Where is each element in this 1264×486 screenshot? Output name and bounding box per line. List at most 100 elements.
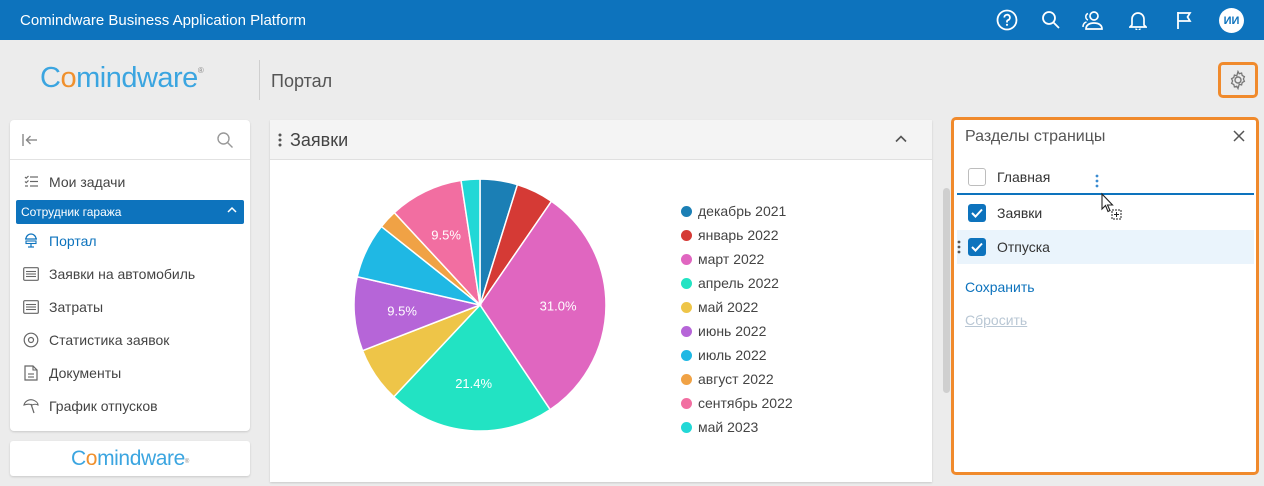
section-item-main[interactable]: Главная bbox=[957, 161, 1254, 195]
sidebar-item-label: Заявки на автомобиль bbox=[49, 265, 196, 282]
legend-label: январь 2022 bbox=[698, 227, 779, 243]
users-icon[interactable] bbox=[1082, 9, 1104, 31]
legend-label: май 2023 bbox=[698, 419, 759, 435]
tasks-icon bbox=[23, 174, 39, 190]
sidebar-item-label: Портал bbox=[49, 232, 97, 249]
sidebar-item-label: Статистика заявок bbox=[49, 331, 170, 348]
chevron-up-icon bbox=[227, 206, 237, 213]
section-checkbox[interactable] bbox=[968, 204, 986, 222]
legend-marker bbox=[681, 349, 692, 361]
app-title: Comindware Business Application Platform bbox=[20, 12, 306, 29]
legend-item[interactable]: декабрь 2021 bbox=[681, 202, 786, 220]
legend-item[interactable]: май 2023 bbox=[681, 418, 758, 436]
legend-item[interactable]: январь 2022 bbox=[681, 226, 779, 244]
sidebar-item-label: Документы bbox=[49, 364, 122, 381]
section-checkbox[interactable] bbox=[968, 168, 986, 186]
legend-item[interactable]: март 2022 bbox=[681, 250, 764, 268]
list-icon bbox=[23, 299, 39, 315]
legend-item[interactable]: сентябрь 2022 bbox=[681, 394, 793, 412]
stats-icon bbox=[23, 332, 39, 348]
save-link[interactable]: Сохранить bbox=[965, 279, 1035, 295]
sidebar-item-vacation-schedule[interactable]: График отпусков bbox=[10, 389, 250, 422]
widget-header: Заявки bbox=[270, 120, 932, 160]
collapse-sidebar-icon[interactable] bbox=[22, 133, 38, 147]
avatar[interactable]: ИИ bbox=[1219, 8, 1244, 33]
sidebar-footer-logo: Co mindware ® bbox=[10, 441, 250, 476]
sidebar-group-garage-employee[interactable]: Сотрудник гаража bbox=[16, 200, 244, 224]
page-title: Портал bbox=[271, 71, 333, 91]
search-icon[interactable] bbox=[1040, 9, 1062, 31]
section-label: Главная bbox=[997, 169, 1051, 185]
bell-icon[interactable] bbox=[1127, 9, 1149, 31]
help-icon[interactable] bbox=[996, 9, 1018, 31]
close-icon[interactable] bbox=[1233, 130, 1245, 142]
legend-item[interactable]: май 2022 bbox=[681, 298, 758, 316]
legend-item[interactable]: июль 2022 bbox=[681, 346, 767, 364]
sidebar-search-icon[interactable] bbox=[216, 131, 234, 149]
sidebar-item-costs[interactable]: Затраты bbox=[10, 290, 250, 323]
scrollbar[interactable] bbox=[943, 188, 950, 393]
legend-label: сентябрь 2022 bbox=[698, 395, 793, 411]
comindware-logo: Comindware® bbox=[40, 62, 204, 94]
legend-label: июль 2022 bbox=[698, 347, 767, 363]
legend-label: март 2022 bbox=[698, 251, 765, 267]
sidebar-item-label: Мои задачи bbox=[49, 173, 126, 190]
sidebar-toolbar bbox=[10, 120, 250, 160]
page-header: Comindware® Портал bbox=[0, 40, 1264, 120]
sidebar-item-label: Затраты bbox=[49, 298, 104, 315]
legend-item[interactable]: август 2022 bbox=[681, 370, 774, 388]
legend-label: май 2022 bbox=[698, 299, 759, 315]
header-divider bbox=[259, 60, 260, 100]
pie-data-label: 31.0% bbox=[540, 298, 577, 313]
sidebar-item-portal[interactable]: Портал bbox=[16, 224, 244, 257]
pie-data-label: 9.5% bbox=[387, 304, 417, 319]
legend-marker bbox=[681, 373, 692, 385]
sidebar-group-label: Сотрудник гаража bbox=[21, 205, 122, 219]
legend-marker bbox=[681, 325, 692, 337]
legend-item[interactable]: июнь 2022 bbox=[681, 322, 766, 340]
drag-handle-icon[interactable] bbox=[1095, 174, 1099, 188]
requests-widget: Заявки 31.0% 21.4% 9.5% 9.5% декабрь 2021 ян… bbox=[270, 120, 932, 482]
drag-handle-icon[interactable] bbox=[278, 133, 282, 147]
legend-marker bbox=[681, 277, 692, 289]
sidebar-item-request-stats[interactable]: Статистика заявок bbox=[10, 323, 250, 356]
drag-handle-icon[interactable] bbox=[957, 240, 961, 254]
legend-marker bbox=[681, 253, 692, 265]
chevron-up-icon[interactable] bbox=[894, 132, 908, 146]
sidebar-item-car-requests[interactable]: Заявки на автомобиль bbox=[10, 257, 250, 290]
sidebar-item-my-tasks[interactable]: Мои задачи bbox=[10, 165, 250, 198]
legend-marker bbox=[681, 397, 692, 409]
sidebar-item-documents[interactable]: Документы bbox=[10, 356, 250, 389]
pie-chart: 31.0% 21.4% 9.5% 9.5% bbox=[353, 178, 607, 432]
gear-icon bbox=[1230, 70, 1246, 90]
legend-label: декабрь 2021 bbox=[698, 203, 787, 219]
section-checkbox[interactable] bbox=[968, 238, 986, 256]
section-label: Отпуска bbox=[997, 239, 1050, 255]
legend-marker bbox=[681, 205, 692, 217]
reset-link[interactable]: Сбросить bbox=[965, 312, 1027, 328]
section-item-vacations[interactable]: Отпуска bbox=[957, 230, 1254, 264]
section-label: Заявки bbox=[997, 205, 1043, 221]
sections-panel-title: Разделы страницы bbox=[965, 128, 1106, 145]
pie-data-label: 21.4% bbox=[455, 376, 492, 391]
pie-data-label: 9.5% bbox=[431, 228, 461, 243]
drag-cursor-icon bbox=[1101, 192, 1122, 220]
legend-label: июнь 2022 bbox=[698, 323, 767, 339]
document-icon bbox=[23, 364, 39, 381]
portal-icon bbox=[23, 233, 39, 249]
page-settings-button[interactable] bbox=[1218, 62, 1258, 98]
top-bar: Comindware Business Application Platform… bbox=[0, 0, 1264, 40]
legend-item[interactable]: апрель 2022 bbox=[681, 274, 779, 292]
legend-marker bbox=[681, 301, 692, 313]
legend-marker bbox=[681, 229, 692, 241]
sidebar: Мои задачи Сотрудник гаража Портал Заявк… bbox=[10, 120, 250, 431]
list-icon bbox=[23, 266, 39, 282]
legend-label: апрель 2022 bbox=[698, 275, 779, 291]
vacation-icon bbox=[23, 398, 39, 414]
legend-label: август 2022 bbox=[698, 371, 774, 387]
page-sections-panel: Разделы страницы Главная Заявки Отпуска … bbox=[951, 117, 1259, 475]
legend-marker bbox=[681, 421, 692, 433]
sidebar-item-label: График отпусков bbox=[49, 397, 158, 414]
widget-title: Заявки bbox=[290, 130, 349, 150]
flag-icon[interactable] bbox=[1173, 9, 1195, 31]
